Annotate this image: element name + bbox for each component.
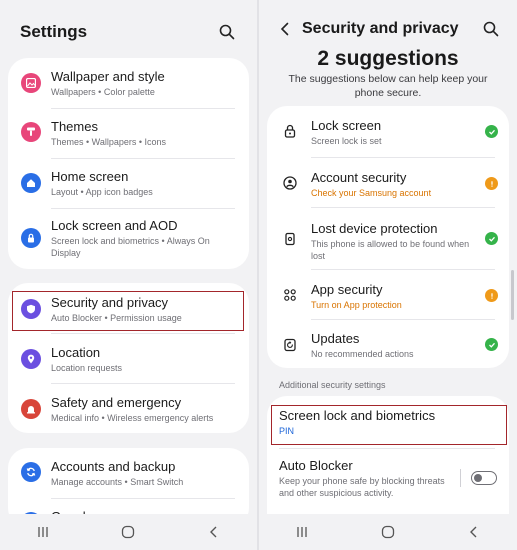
settings-item-subtitle: Wallpapers • Color palette (51, 87, 155, 97)
device-icon (281, 230, 299, 248)
settings-item-safety-emergency[interactable]: Safety and emergency Medical info • Wire… (8, 384, 249, 433)
settings-group-display: Wallpaper and style Wallpapers • Color p… (8, 58, 249, 269)
suggestion-item-account-security[interactable]: Account security Check your Samsung acco… (267, 158, 509, 207)
suggestions-title: 2 suggestions (317, 47, 459, 70)
settings-header: Settings (20, 18, 243, 46)
suggestion-title: Account security (311, 170, 407, 185)
suggestion-title: Updates (311, 331, 360, 346)
settings-item-home-screen[interactable]: Home screen Layout • App icon badges (8, 159, 249, 208)
settings-item-subtitle: Layout • App icon badges (51, 187, 153, 197)
page-title: Settings (20, 22, 88, 41)
settings-item-title: Themes (51, 119, 98, 134)
settings-item-title: Location (51, 345, 101, 360)
security-privacy-pane: Security and privacy 2 suggestions The s… (259, 0, 517, 550)
suggestion-item-lost-device[interactable]: Lost device protection This phone is all… (267, 208, 509, 269)
suggestions-card: Lock screen Screen lock is set Account s… (267, 106, 509, 368)
highlight-box (12, 291, 244, 331)
check-icon (485, 338, 498, 351)
suggestion-item-app-security[interactable]: App security Turn on App protection (267, 270, 509, 319)
scrollbar[interactable] (511, 270, 514, 320)
settings-item-lock-screen[interactable]: Lock screen and AOD Screen lock and biom… (8, 209, 249, 269)
suggestions-subtitle: The suggestions below can help keep your… (288, 73, 488, 99)
back-arrow-icon[interactable] (273, 17, 297, 41)
setting-description: Keep your phone safe by blocking threats… (279, 476, 445, 498)
themes-icon (21, 122, 41, 142)
back-icon[interactable] (194, 522, 234, 542)
highlight-box (271, 405, 507, 445)
suggestion-subtitle: This phone is allowed to be found when l… (311, 239, 470, 261)
suggestion-title: Lock screen (311, 118, 382, 133)
home-icon (21, 173, 41, 193)
page-title: Security and privacy (302, 20, 459, 37)
suggestion-item-lock-screen[interactable]: Lock screen Screen lock is set (267, 106, 509, 156)
back-icon[interactable] (454, 522, 494, 542)
warning-icon (485, 289, 498, 302)
settings-item-subtitle: Manage accounts • Smart Switch (51, 477, 184, 487)
lock-icon (21, 228, 41, 248)
settings-item-subtitle: Medical info • Wireless emergency alerts (51, 413, 214, 423)
check-icon (485, 125, 498, 138)
update-icon (281, 336, 299, 354)
search-icon[interactable] (479, 17, 503, 41)
suggestion-item-updates[interactable]: Updates No recommended actions (267, 320, 509, 368)
divider (460, 469, 461, 487)
settings-item-accounts-backup[interactable]: Accounts and backup Manage accounts • Sm… (8, 448, 249, 498)
auto-blocker-item[interactable]: Auto Blocker Keep your phone safe by blo… (267, 449, 509, 509)
sync-icon (21, 462, 41, 482)
security-header: Security and privacy (269, 16, 507, 42)
settings-pane: Settings Wallpaper and style Wallpapers … (0, 0, 257, 550)
navigation-bar (0, 514, 257, 550)
toggle-knob (474, 473, 482, 482)
settings-item-themes[interactable]: Themes Themes • Wallpapers • Icons (8, 109, 249, 158)
settings-item-title: Wallpaper and style (51, 69, 165, 84)
settings-item-subtitle: Themes • Wallpapers • Icons (51, 137, 167, 147)
check-icon (485, 232, 498, 245)
settings-item-title: Safety and emergency (51, 395, 182, 410)
location-icon (21, 349, 41, 369)
settings-item-title: Lock screen and AOD (51, 218, 178, 233)
settings-item-title: Accounts and backup (51, 459, 176, 474)
suggestion-subtitle: Turn on App protection (311, 300, 402, 310)
apps-icon (281, 286, 299, 304)
settings-item-title: Home screen (51, 169, 129, 184)
suggestion-title: Lost device protection (311, 221, 438, 236)
settings-item-subtitle: Screen lock and biometrics • Always On D… (51, 236, 210, 258)
settings-item-wallpaper[interactable]: Wallpaper and style Wallpapers • Color p… (8, 58, 249, 108)
auto-blocker-toggle[interactable] (471, 471, 497, 485)
recent-apps-icon[interactable] (282, 522, 322, 542)
warning-icon (485, 177, 498, 190)
suggestion-subtitle: Check your Samsung account (311, 188, 432, 198)
suggestion-subtitle: No recommended actions (311, 349, 414, 359)
home-button-icon[interactable] (368, 522, 408, 542)
settings-item-location[interactable]: Location Location requests (8, 334, 249, 383)
wallpaper-icon (21, 73, 41, 93)
home-button-icon[interactable] (108, 522, 148, 542)
suggestion-subtitle: Screen lock is set (311, 136, 382, 146)
search-icon[interactable] (215, 20, 239, 44)
settings-item-subtitle: Location requests (51, 363, 123, 373)
setting-title: Auto Blocker (279, 458, 353, 473)
navigation-bar (259, 514, 517, 550)
emergency-icon (21, 399, 41, 419)
account-icon (281, 174, 299, 192)
recent-apps-icon[interactable] (23, 522, 63, 542)
suggestion-title: App security (311, 282, 383, 297)
section-label: Additional security settings (279, 380, 386, 390)
lock-icon (281, 122, 299, 140)
